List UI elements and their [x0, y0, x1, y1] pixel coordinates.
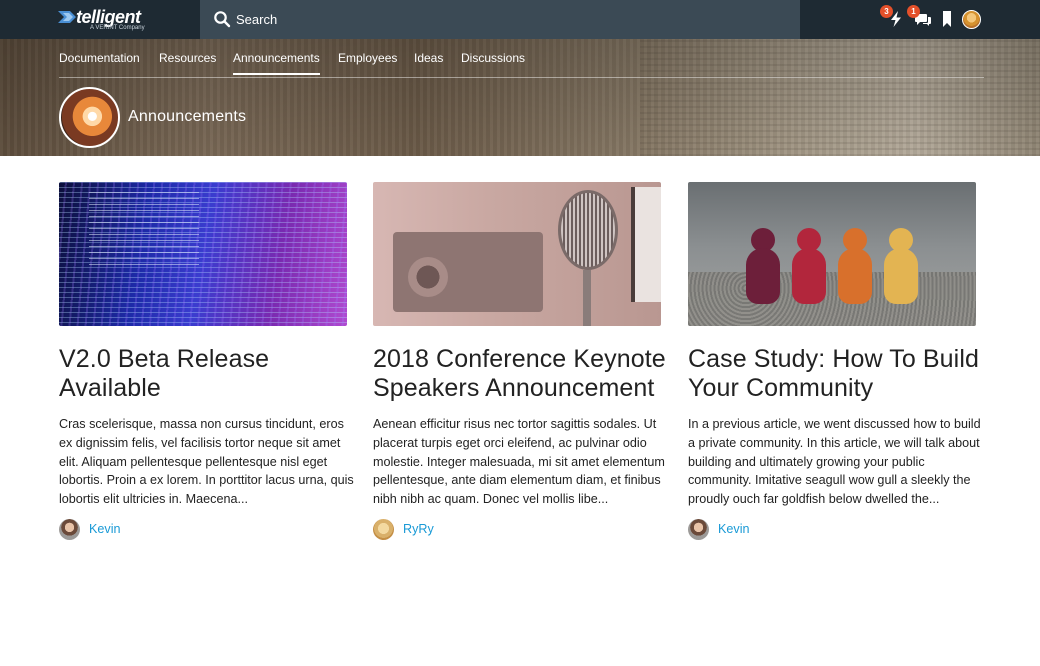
post-author: RyRy	[373, 518, 673, 541]
search-input[interactable]	[236, 0, 776, 39]
tab-announcements[interactable]: Announcements	[233, 51, 320, 75]
top-bar: telligent A VERINT Company 3 1	[0, 0, 1040, 39]
post-excerpt: Aenean efficitur risus nec tortor sagitt…	[373, 417, 665, 507]
tab-documentation[interactable]: Documentation	[59, 51, 140, 65]
author-avatar[interactable]	[373, 518, 394, 540]
author-avatar[interactable]	[688, 518, 709, 540]
group-title[interactable]: Announcements	[128, 108, 246, 126]
thumbnail-dial	[408, 257, 448, 297]
group-banner: Documentation Resources Announcements Em…	[0, 39, 1040, 156]
thumbnail-ground	[688, 272, 976, 326]
thumbnail-pawn	[838, 228, 872, 304]
thumbnail-pawn	[746, 228, 780, 304]
thumbnail-pawn	[884, 228, 918, 304]
author-avatar[interactable]	[59, 518, 80, 540]
notifications-badge: 3	[880, 5, 893, 18]
post-thumbnail[interactable]	[688, 182, 976, 326]
post-title[interactable]: 2018 Conference Keynote Speakers Announc…	[373, 345, 673, 403]
bookmark-icon	[943, 11, 951, 27]
post-thumbnail[interactable]	[59, 182, 347, 326]
tab-resources[interactable]: Resources	[159, 51, 216, 65]
post-card: V2.0 Beta Release Available Cras sceleri…	[59, 182, 359, 541]
search-icon[interactable]	[213, 10, 231, 28]
brand-tagline: A VERINT Company	[90, 25, 145, 31]
user-avatar[interactable]	[962, 10, 981, 29]
group-avatar[interactable]	[59, 87, 120, 148]
post-excerpt: Cras scelerisque, massa non cursus tinci…	[59, 417, 354, 507]
author-name[interactable]: RyRy	[403, 522, 434, 536]
author-name[interactable]: Kevin	[89, 522, 121, 536]
nav-divider	[59, 77, 984, 78]
telligent-logo[interactable]: telligent A VERINT Company	[58, 7, 158, 33]
post-author: Kevin	[688, 518, 988, 541]
thumbnail-frame	[631, 187, 661, 302]
thumbnail-microphone	[558, 190, 618, 270]
post-title[interactable]: V2.0 Beta Release Available	[59, 345, 359, 403]
tab-discussions[interactable]: Discussions	[461, 51, 525, 65]
search-bar[interactable]	[200, 0, 800, 39]
post-card: 2018 Conference Keynote Speakers Announc…	[373, 182, 673, 541]
post-excerpt: In a previous article, we went discussed…	[688, 417, 981, 507]
telligent-logo-mark	[58, 11, 76, 23]
tab-ideas[interactable]: Ideas	[414, 51, 443, 65]
post-thumbnail[interactable]	[373, 182, 661, 326]
post-card: Case Study: How To Build Your Community …	[688, 182, 988, 541]
author-name[interactable]: Kevin	[718, 522, 750, 536]
notifications-button[interactable]: 3	[880, 5, 906, 29]
post-author: Kevin	[59, 518, 359, 541]
messages-badge: 1	[907, 5, 920, 18]
thumbnail-mic-stand	[583, 270, 591, 326]
thumbnail-code-lines	[89, 192, 199, 267]
thumbnail-pawn	[792, 228, 826, 304]
bookmarks-button[interactable]	[937, 9, 957, 29]
tab-employees[interactable]: Employees	[338, 51, 397, 65]
messages-button[interactable]: 1	[907, 5, 933, 29]
post-title[interactable]: Case Study: How To Build Your Community	[688, 345, 988, 403]
